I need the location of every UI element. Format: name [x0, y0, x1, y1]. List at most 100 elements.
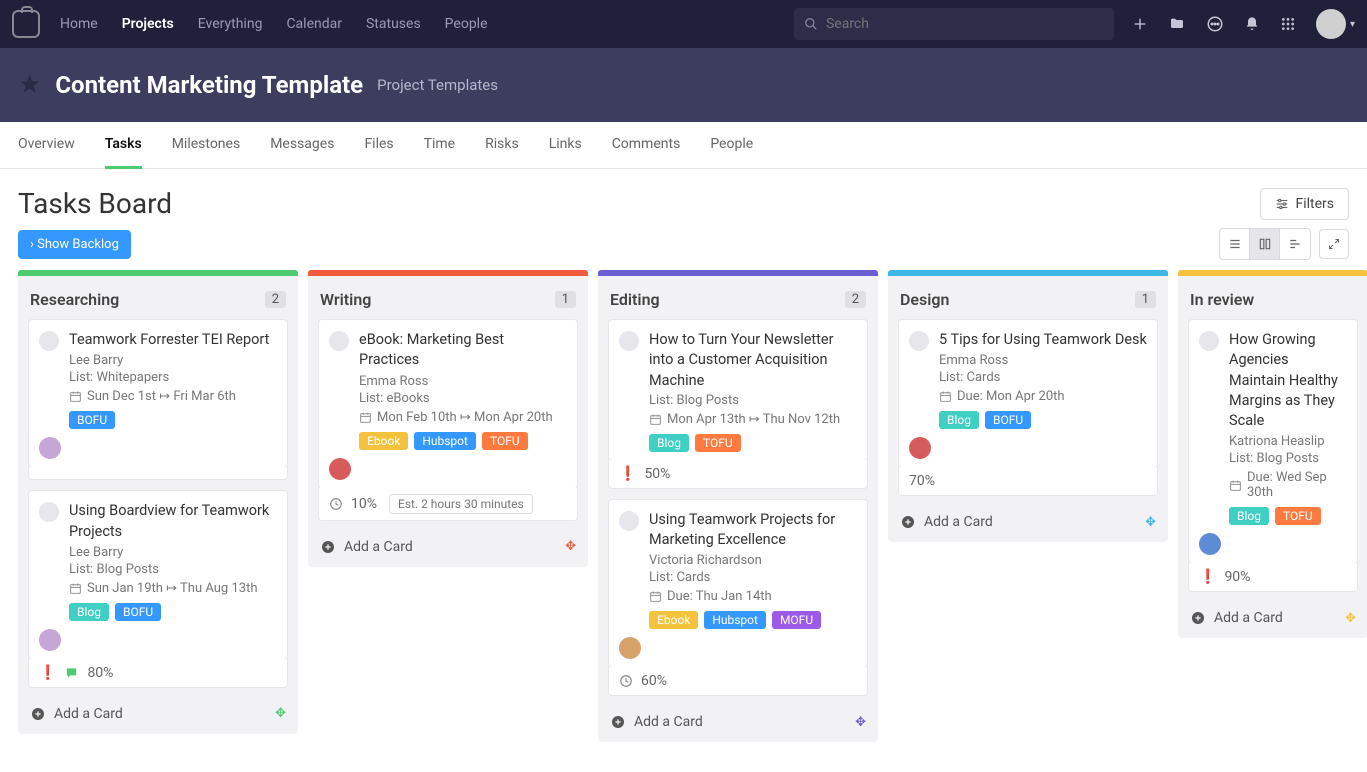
task-card[interactable]: How Growing Agencies Maintain Healthy Ma…: [1188, 319, 1358, 564]
plus-circle-icon: [900, 514, 916, 530]
assignee-avatar[interactable]: [619, 637, 641, 659]
tag: Hubspot: [414, 432, 476, 450]
nav-item-home[interactable]: Home: [60, 16, 98, 32]
column-count: 2: [845, 291, 866, 308]
column-handle-icon[interactable]: ✥: [275, 706, 286, 721]
card-progress: 80%: [87, 665, 113, 681]
tab-overview[interactable]: Overview: [18, 122, 75, 168]
card-status-row: 70%: [909, 473, 1147, 489]
nav-item-everything[interactable]: Everything: [198, 16, 263, 32]
assignee-avatar[interactable]: [909, 437, 931, 459]
search-input[interactable]: [826, 16, 1104, 32]
assignee-avatar[interactable]: [1199, 533, 1221, 555]
tab-tasks[interactable]: Tasks: [105, 122, 142, 169]
expand-button[interactable]: [1319, 229, 1349, 259]
tab-files[interactable]: Files: [364, 122, 393, 168]
column-handle-icon[interactable]: ✥: [855, 715, 866, 730]
tag: TOFU: [1275, 507, 1321, 525]
complete-checkbox[interactable]: [909, 331, 929, 351]
board-columns: Researching2Teamwork Forrester TEI Repor…: [0, 270, 1367, 742]
card-status-row: 10%Est. 2 hours 30 minutes: [329, 494, 567, 514]
assignee-avatar[interactable]: [39, 437, 61, 459]
tab-milestones[interactable]: Milestones: [172, 122, 241, 168]
view-list-button[interactable]: [1220, 229, 1250, 259]
filters-label: Filters: [1295, 196, 1334, 212]
card-assignee: Victoria Richardson: [649, 553, 857, 568]
complete-checkbox[interactable]: [619, 511, 639, 531]
plus-circle-icon: [1190, 610, 1206, 626]
folder-icon[interactable]: [1168, 16, 1186, 32]
view-board-button[interactable]: [1250, 229, 1280, 259]
project-tabs: Overview Tasks Milestones Messages Files Time…: [0, 122, 1367, 169]
task-card[interactable]: eBook: Marketing Best PracticesEmma Ross…: [318, 319, 578, 489]
complete-checkbox[interactable]: [39, 331, 59, 351]
plus-icon[interactable]: [1132, 16, 1148, 32]
tag: TOFU: [482, 432, 528, 450]
alert-icon: ❗: [619, 466, 636, 482]
complete-checkbox[interactable]: [619, 331, 639, 351]
task-card[interactable]: 5 Tips for Using Teamwork DeskEmma RossL…: [898, 319, 1158, 468]
column-handle-icon[interactable]: ✥: [1345, 611, 1356, 626]
add-card-button[interactable]: Add a Card✥: [1188, 602, 1358, 628]
task-card[interactable]: Using Teamwork Projects for Marketing Ex…: [608, 499, 868, 669]
nav-item-projects[interactable]: Projects: [122, 16, 174, 32]
calendar-icon: [69, 390, 82, 403]
apps-icon[interactable]: [1280, 16, 1296, 32]
tag: BOFU: [115, 603, 161, 621]
calendar-icon: [359, 411, 372, 424]
task-card[interactable]: How to Turn Your Newsletter into a Custo…: [608, 319, 868, 461]
clock-icon: [619, 674, 633, 688]
chat-icon[interactable]: [1206, 15, 1224, 33]
card-status-row: 60%: [619, 673, 857, 689]
card-list: List: Blog Posts: [69, 562, 277, 577]
complete-checkbox[interactable]: [329, 331, 349, 351]
filters-button[interactable]: Filters: [1260, 188, 1349, 220]
tab-messages[interactable]: Messages: [270, 122, 334, 168]
column-handle-icon[interactable]: ✥: [1145, 515, 1156, 530]
card-progress: 60%: [641, 673, 667, 689]
complete-checkbox[interactable]: [1199, 331, 1219, 351]
calendar-icon: [1229, 479, 1242, 492]
add-card-label: Add a Card: [54, 706, 123, 722]
alert-icon: ❗: [39, 665, 56, 681]
add-card-button[interactable]: Add a Card ✥: [28, 698, 288, 724]
search-icon: [804, 17, 818, 31]
task-card[interactable]: Using Boardview for Teamwork ProjectsLee…: [28, 490, 288, 660]
add-card-label: Add a Card: [924, 514, 993, 530]
search-box[interactable]: [794, 8, 1114, 40]
user-avatar[interactable]: ▾: [1316, 9, 1355, 39]
add-card-button[interactable]: Add a Card✥: [318, 531, 578, 557]
tag: Ebook: [649, 611, 698, 629]
logo-icon[interactable]: [12, 10, 40, 38]
task-card[interactable]: Teamwork Forrester TEI ReportLee BarryLi…: [28, 319, 288, 468]
nav-item-people[interactable]: People: [445, 16, 488, 32]
card-title: Using Teamwork Projects for Marketing Ex…: [649, 510, 857, 551]
plus-circle-icon: [30, 706, 46, 722]
column-title: Writing: [320, 290, 371, 309]
calendar-icon: [939, 390, 952, 403]
card-list: List: Whitepapers: [69, 370, 277, 385]
nav-item-calendar[interactable]: Calendar: [286, 16, 342, 32]
complete-checkbox[interactable]: [39, 502, 59, 522]
chevron-down-icon: ▾: [1350, 19, 1355, 30]
tab-links[interactable]: Links: [549, 122, 582, 168]
tab-time[interactable]: Time: [424, 122, 455, 168]
nav-item-statuses[interactable]: Statuses: [366, 16, 421, 32]
comment-icon: [64, 666, 79, 680]
board-header: Tasks Board Filters: [0, 169, 1367, 224]
tab-people[interactable]: People: [710, 122, 753, 168]
card-status-row: ❗50%: [619, 466, 857, 482]
show-backlog-button[interactable]: › Show Backlog: [18, 230, 131, 259]
star-icon[interactable]: ★: [18, 70, 41, 100]
card-progress: 90%: [1224, 569, 1250, 585]
assignee-avatar[interactable]: [39, 629, 61, 651]
tab-risks[interactable]: Risks: [485, 122, 519, 168]
tab-comments[interactable]: Comments: [612, 122, 681, 168]
assignee-avatar[interactable]: [329, 458, 351, 480]
bell-icon[interactable]: [1244, 15, 1260, 33]
add-card-button[interactable]: Add a Card ✥: [898, 506, 1158, 532]
view-compact-button[interactable]: [1280, 229, 1310, 259]
nav-items: Home Projects Everything Calendar Statuses Pe…: [60, 16, 488, 32]
add-card-button[interactable]: Add a Card✥: [608, 706, 868, 732]
column-handle-icon[interactable]: ✥: [565, 539, 576, 554]
